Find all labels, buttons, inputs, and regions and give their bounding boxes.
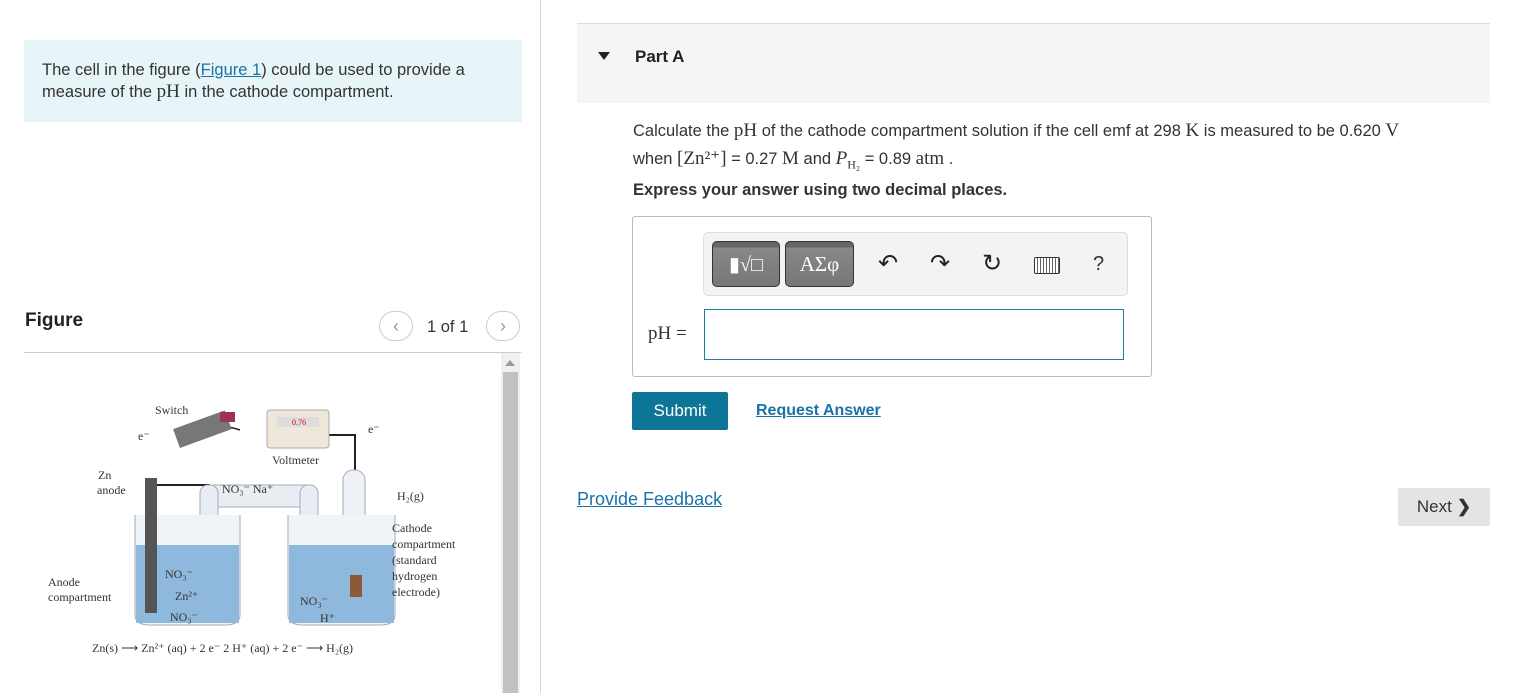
submit-button[interactable]: Submit bbox=[632, 392, 728, 430]
ph-symbol: pH bbox=[156, 81, 180, 102]
next-label: Next bbox=[1416, 497, 1452, 516]
intro-text: in the cathode compartment. bbox=[179, 83, 394, 101]
reset-icon[interactable]: ↻ bbox=[982, 249, 1002, 278]
caret-down-icon[interactable] bbox=[598, 52, 610, 60]
templates-button[interactable]: ▮√□ bbox=[712, 241, 780, 287]
chevron-right-icon: › bbox=[500, 315, 506, 336]
figure-pager: 1 of 1 bbox=[427, 318, 469, 336]
prev-figure-button[interactable]: ‹ bbox=[379, 311, 413, 341]
provide-feedback-link[interactable]: Provide Feedback bbox=[577, 489, 722, 510]
panel-divider bbox=[540, 0, 541, 693]
label-cathode: hydrogen bbox=[392, 569, 437, 583]
label-cathode: (standard bbox=[392, 553, 437, 567]
redo-icon[interactable]: ↷ bbox=[930, 249, 950, 278]
half-reactions: Zn(s) ⟶ Zn²⁺ (aq) + 2 e⁻ 2 H⁺ (aq) + 2 e… bbox=[92, 641, 353, 655]
electrochemical-cell-figure: 0.76 Switch e⁻ e⁻ Voltmeter Zn anode NO₃… bbox=[48, 403, 456, 655]
label-anode-compartment: Anode bbox=[48, 575, 80, 589]
part-title: Part A bbox=[635, 47, 685, 66]
figure-link[interactable]: Figure 1 bbox=[201, 61, 262, 79]
intro-text: The cell in the figure ( bbox=[42, 61, 201, 79]
label-anode-compartment: compartment bbox=[48, 590, 112, 604]
ph-answer-input[interactable] bbox=[704, 309, 1124, 360]
label-ion: NO₃⁻ bbox=[300, 594, 328, 608]
intro-box: The cell in the figure (Figure 1) could … bbox=[24, 40, 522, 122]
instruction: Express your answer using two decimal pl… bbox=[633, 181, 1008, 199]
label-cathode: Cathode bbox=[392, 521, 432, 535]
divider bbox=[24, 352, 521, 353]
next-button[interactable]: Next ❯ bbox=[1398, 488, 1490, 526]
answer-label: pH = bbox=[648, 323, 687, 344]
voltmeter-reading: 0.76 bbox=[292, 418, 306, 427]
templates-icon: ▮√□ bbox=[728, 253, 764, 276]
keyboard-icon[interactable] bbox=[1034, 257, 1060, 274]
label-switch: Switch bbox=[155, 403, 188, 417]
scrollbar-thumb[interactable] bbox=[503, 372, 518, 693]
label-ion: NO₃⁻ bbox=[165, 567, 193, 581]
label-cathode: electrode) bbox=[392, 585, 440, 599]
label-salt-bridge: NO₃⁻ Na⁺ bbox=[222, 482, 273, 496]
chevron-right-icon: ❯ bbox=[1456, 497, 1472, 516]
label-electron: e⁻ bbox=[368, 422, 380, 436]
next-figure-button[interactable]: › bbox=[486, 311, 520, 341]
question-text: Calculate the pH of the cathode compartm… bbox=[633, 120, 1400, 172]
label-cathode: compartment bbox=[392, 537, 456, 551]
label-h2: H₂(g) bbox=[397, 489, 424, 503]
scroll-up-icon[interactable] bbox=[505, 360, 515, 366]
request-answer-link[interactable]: Request Answer bbox=[756, 402, 881, 420]
label-ion: H⁺ bbox=[320, 611, 335, 625]
help-button[interactable]: ? bbox=[1093, 253, 1104, 276]
label-voltmeter: Voltmeter bbox=[272, 453, 319, 467]
label-anode: anode bbox=[97, 483, 126, 497]
label-ion: NO₃⁻ bbox=[170, 610, 198, 624]
undo-icon[interactable]: ↶ bbox=[878, 249, 898, 278]
label-zn: Zn bbox=[98, 468, 111, 482]
label-ion: Zn²⁺ bbox=[175, 589, 198, 603]
chevron-left-icon: ‹ bbox=[393, 315, 399, 336]
greek-symbols-button[interactable]: ΑΣφ bbox=[785, 241, 854, 287]
math-toolbar: ▮√□ ΑΣφ ↶ ↷ ↻ ? bbox=[703, 232, 1128, 296]
figure-title: Figure bbox=[25, 310, 84, 331]
label-electron: e⁻ bbox=[138, 429, 150, 443]
part-a-header[interactable]: Part A bbox=[577, 23, 1490, 103]
